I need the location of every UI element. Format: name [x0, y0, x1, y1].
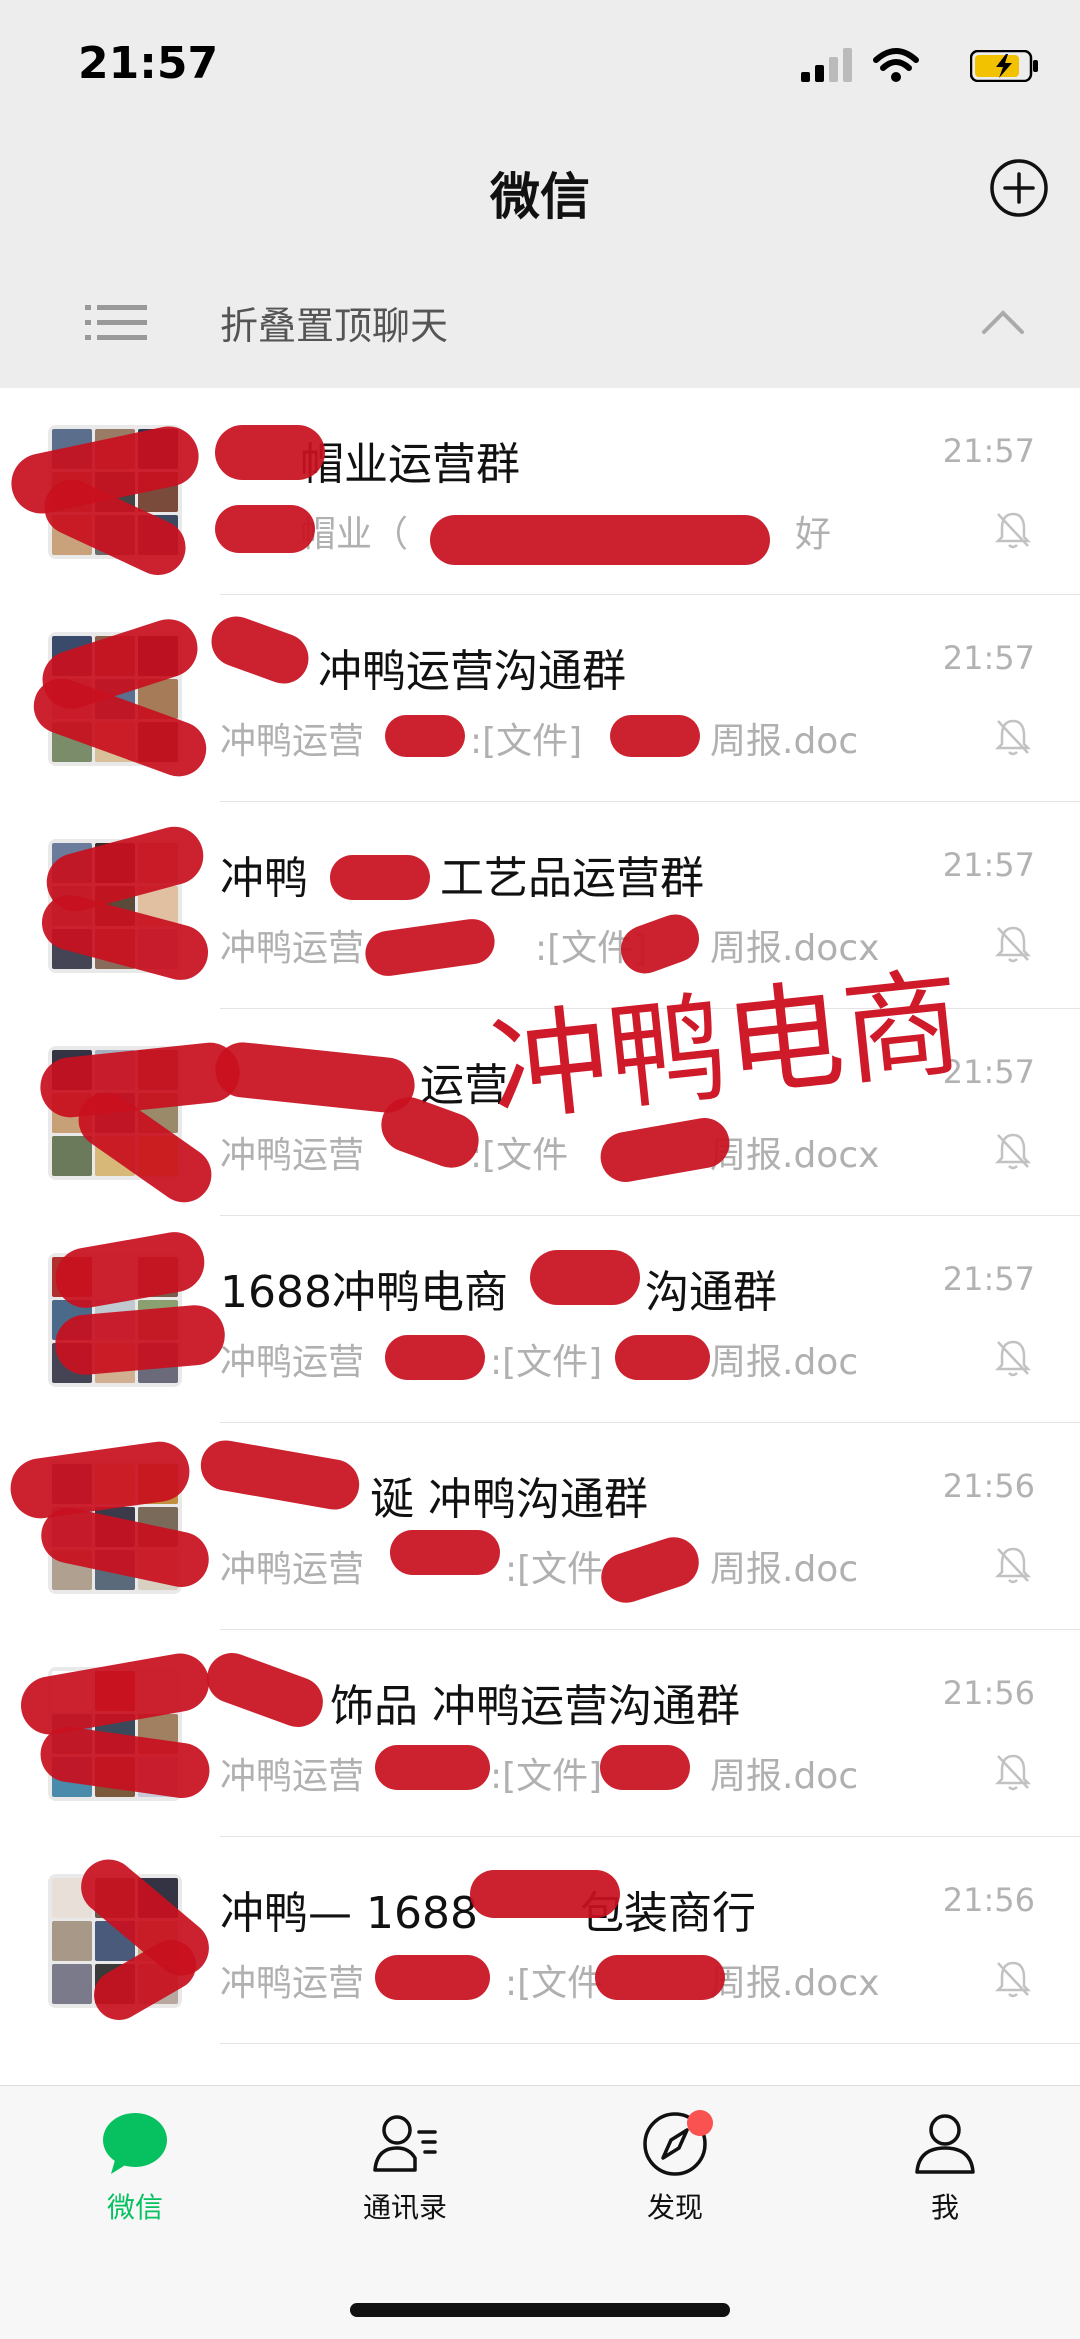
chat-title: 冲鸭 — [220, 853, 308, 904]
tab-chats[interactable]: 微信 — [55, 2108, 215, 2226]
redaction-mark — [385, 715, 465, 757]
tab-me[interactable]: 我 — [865, 2108, 1025, 2226]
pinned-label: 折叠置顶聊天 — [220, 304, 449, 348]
redaction-mark — [470, 1870, 620, 1918]
tab-label: 微信 — [106, 2191, 163, 2224]
chat-preview: 冲鸭运营 — [220, 1549, 365, 1590]
chat-title: 冲鸭运营沟通群 — [318, 646, 626, 697]
chat-preview: 冲鸭运营 — [220, 1342, 365, 1383]
redaction-mark — [600, 1745, 690, 1790]
tab-label: 发现 — [646, 2191, 703, 2224]
mute-bell-icon — [994, 926, 1032, 963]
chat-preview-tail: :[文件 — [505, 1549, 604, 1590]
wifi-icon — [873, 48, 919, 82]
chat-preview-tail: :[文件] — [470, 721, 583, 762]
chat-title-tail: 工艺品运营群 — [440, 853, 704, 904]
chat-preview-tail: :[文件] — [490, 1756, 603, 1797]
chat-preview-end: 周报.doc — [710, 1342, 859, 1383]
redaction-mark — [390, 1530, 500, 1575]
redaction-mark — [430, 515, 770, 565]
redaction-mark — [375, 1745, 490, 1790]
chat-preview-tail: :[文件] — [490, 1342, 603, 1383]
chat-time: 21:56 — [942, 1674, 1035, 1712]
chat-preview: 冲鸭运营 — [220, 721, 365, 762]
notification-dot — [687, 2110, 713, 2136]
redaction-mark — [215, 425, 325, 480]
chat-preview: 冲鸭运营 — [220, 1135, 365, 1176]
redaction-mark — [615, 1335, 710, 1380]
mute-bell-icon — [994, 512, 1032, 549]
mute-bell-icon — [994, 1961, 1032, 1998]
chat-preview-end: 周报.docx — [710, 1963, 880, 2004]
chat-preview-end: 周报.doc — [710, 721, 859, 762]
signal-icon — [801, 48, 852, 82]
chat-time: 21:57 — [942, 432, 1035, 470]
chat-preview-end: 周报.doc — [710, 1549, 859, 1590]
redaction-mark — [595, 1955, 725, 2000]
chat-bubble-icon — [103, 2113, 167, 2174]
status-time: 21:57 — [78, 38, 219, 89]
bottom-tab-bar: 微信 通讯录 发现 我 — [0, 2085, 1080, 2339]
chat-title: 帽业运营群 — [300, 439, 520, 490]
chat-title-tail: 沟通群 — [645, 1267, 777, 1318]
chat-preview-tail: :[文件 — [505, 1963, 604, 2004]
home-indicator[interactable] — [350, 2303, 730, 2317]
redaction-mark — [330, 855, 430, 900]
chat-preview-end: 周报.docx — [710, 1135, 880, 1176]
chat-time: 21:56 — [942, 1467, 1035, 1505]
chat-title: 1688冲鸭电商 — [220, 1267, 508, 1318]
status-bar: 21:57 — [0, 0, 1080, 135]
chat-time: 21:57 — [942, 639, 1035, 677]
chat-preview: 冲鸭运营 — [220, 1756, 365, 1797]
mute-bell-icon — [994, 1133, 1032, 1170]
pinned-chats-row[interactable]: 折叠置顶聊天 — [0, 255, 1080, 389]
chat-title: 饰品 冲鸭运营沟通群 — [330, 1681, 740, 1732]
tab-label: 通讯录 — [362, 2191, 447, 2224]
mute-bell-icon — [994, 1547, 1032, 1584]
status-icons — [780, 48, 1040, 88]
contacts-icon — [373, 2115, 437, 2172]
chat-preview-end: 周报.doc — [710, 1756, 859, 1797]
chat-time: 21:56 — [942, 1881, 1035, 1919]
chat-preview-tail: 好 — [795, 514, 832, 555]
tab-contacts[interactable]: 通讯录 — [325, 2108, 485, 2226]
chat-title: 冲鸭— 1688 — [220, 1888, 478, 1939]
chevron-up-icon[interactable] — [981, 307, 1025, 335]
chat-time: 21:57 — [942, 846, 1035, 884]
person-icon — [915, 2114, 975, 2174]
redaction-mark — [215, 505, 315, 553]
mute-bell-icon — [994, 1340, 1032, 1377]
redaction-mark — [385, 1335, 485, 1380]
chat-preview: 帽业（ — [300, 514, 409, 555]
redaction-mark — [375, 1955, 490, 2000]
chat-title: 诞 冲鸭沟通群 — [370, 1474, 648, 1525]
battery-icon — [970, 50, 1038, 82]
chat-time: 21:57 — [942, 1260, 1035, 1298]
list-icon — [85, 305, 147, 340]
redaction-mark — [530, 1250, 640, 1305]
mute-bell-icon — [994, 1754, 1032, 1791]
nav-bar: 微信 — [0, 135, 1080, 256]
chat-preview: 冲鸭运营 — [220, 1963, 365, 2004]
page-title: 微信 — [490, 168, 590, 226]
add-icon[interactable] — [988, 157, 1050, 219]
mute-bell-icon — [994, 719, 1032, 756]
redaction-mark — [610, 715, 700, 757]
chat-preview: 冲鸭运营 — [220, 928, 365, 969]
tab-discover[interactable]: 发现 — [595, 2108, 755, 2226]
tab-label: 我 — [930, 2191, 959, 2224]
